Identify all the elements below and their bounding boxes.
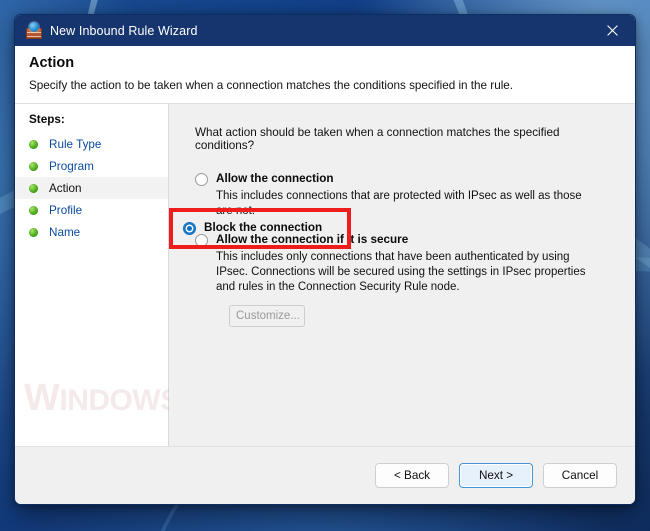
- option-allow-if-secure-description: This includes only connections that have…: [216, 251, 586, 293]
- step-bullet-icon: [29, 227, 38, 237]
- sidebar-item-label: Program: [49, 159, 94, 173]
- title-bar: New Inbound Rule Wizard: [15, 15, 635, 46]
- sidebar-item-name[interactable]: Name: [15, 221, 168, 243]
- sidebar-item-label: Profile: [49, 203, 83, 217]
- watermark-text-part2: INDOWS: [59, 384, 180, 417]
- sidebar-item-action[interactable]: Action: [15, 177, 168, 199]
- customize-row: Customize...: [229, 305, 617, 327]
- option-allow-if-secure-row[interactable]: Allow the connection if it is secure: [195, 233, 617, 247]
- step-bullet-icon: [29, 183, 38, 193]
- sidebar-item-rule-type[interactable]: Rule Type: [15, 133, 168, 155]
- sidebar-item-label: Name: [49, 225, 81, 239]
- option-block-connection-row[interactable]: Block the connection: [183, 221, 322, 235]
- radio-block-connection[interactable]: [183, 222, 196, 235]
- radio-allow-connection[interactable]: [195, 173, 208, 186]
- option-allow-if-secure-label: Allow the connection if it is secure: [216, 233, 409, 246]
- option-block-connection-label: Block the connection: [204, 221, 323, 234]
- sidebar-item-label: Action: [49, 181, 82, 195]
- step-bullet-icon: [29, 139, 38, 149]
- close-icon[interactable]: [589, 15, 635, 46]
- page-title: Action: [29, 55, 75, 71]
- option-block-connection[interactable]: Block the connection: [183, 221, 322, 235]
- sidebar-item-program[interactable]: Program: [15, 155, 168, 177]
- step-bullet-icon: [29, 205, 38, 215]
- steps-sidebar: Steps: Rule Type Program Action Profile …: [14, 104, 377, 446]
- customize-button[interactable]: Customize...: [229, 305, 305, 327]
- option-allow-connection-label: Allow the connection: [216, 172, 334, 185]
- page-subtitle: Specify the action to be taken when a co…: [29, 79, 514, 92]
- option-allow-if-secure[interactable]: Allow the connection if it is secure Thi…: [195, 233, 617, 327]
- option-allow-connection[interactable]: Allow the connection This includes conne…: [195, 172, 617, 219]
- option-allow-connection-description: This includes connections that are prote…: [216, 190, 582, 217]
- dialog-footer: < Back Next > Cancel: [15, 446, 635, 504]
- step-bullet-icon: [29, 161, 38, 171]
- sidebar-item-profile[interactable]: Profile: [15, 199, 168, 221]
- back-button[interactable]: < Back: [375, 463, 449, 488]
- main-content: What action should be taken when a conne…: [169, 104, 635, 446]
- next-button[interactable]: Next >: [459, 463, 533, 488]
- option-allow-connection-row[interactable]: Allow the connection: [195, 172, 617, 186]
- steps-heading: Steps:: [29, 113, 65, 126]
- new-inbound-rule-wizard-window: New Inbound Rule Wizard Action Specify t…: [14, 14, 636, 505]
- windows-logo-icon: [14, 384, 15, 413]
- sidebar-item-label: Rule Type: [49, 137, 102, 151]
- radio-allow-if-secure[interactable]: [195, 234, 208, 247]
- watermark-text-part1: W: [24, 377, 60, 419]
- action-question: What action should be taken when a conne…: [195, 126, 560, 152]
- firewall-icon: [26, 21, 42, 39]
- page-header: Action Specify the action to be taken wh…: [15, 46, 635, 104]
- wizard-body: Steps: Rule Type Program Action Profile …: [15, 104, 635, 446]
- window-title: New Inbound Rule Wizard: [50, 23, 198, 38]
- cancel-button[interactable]: Cancel: [543, 463, 617, 488]
